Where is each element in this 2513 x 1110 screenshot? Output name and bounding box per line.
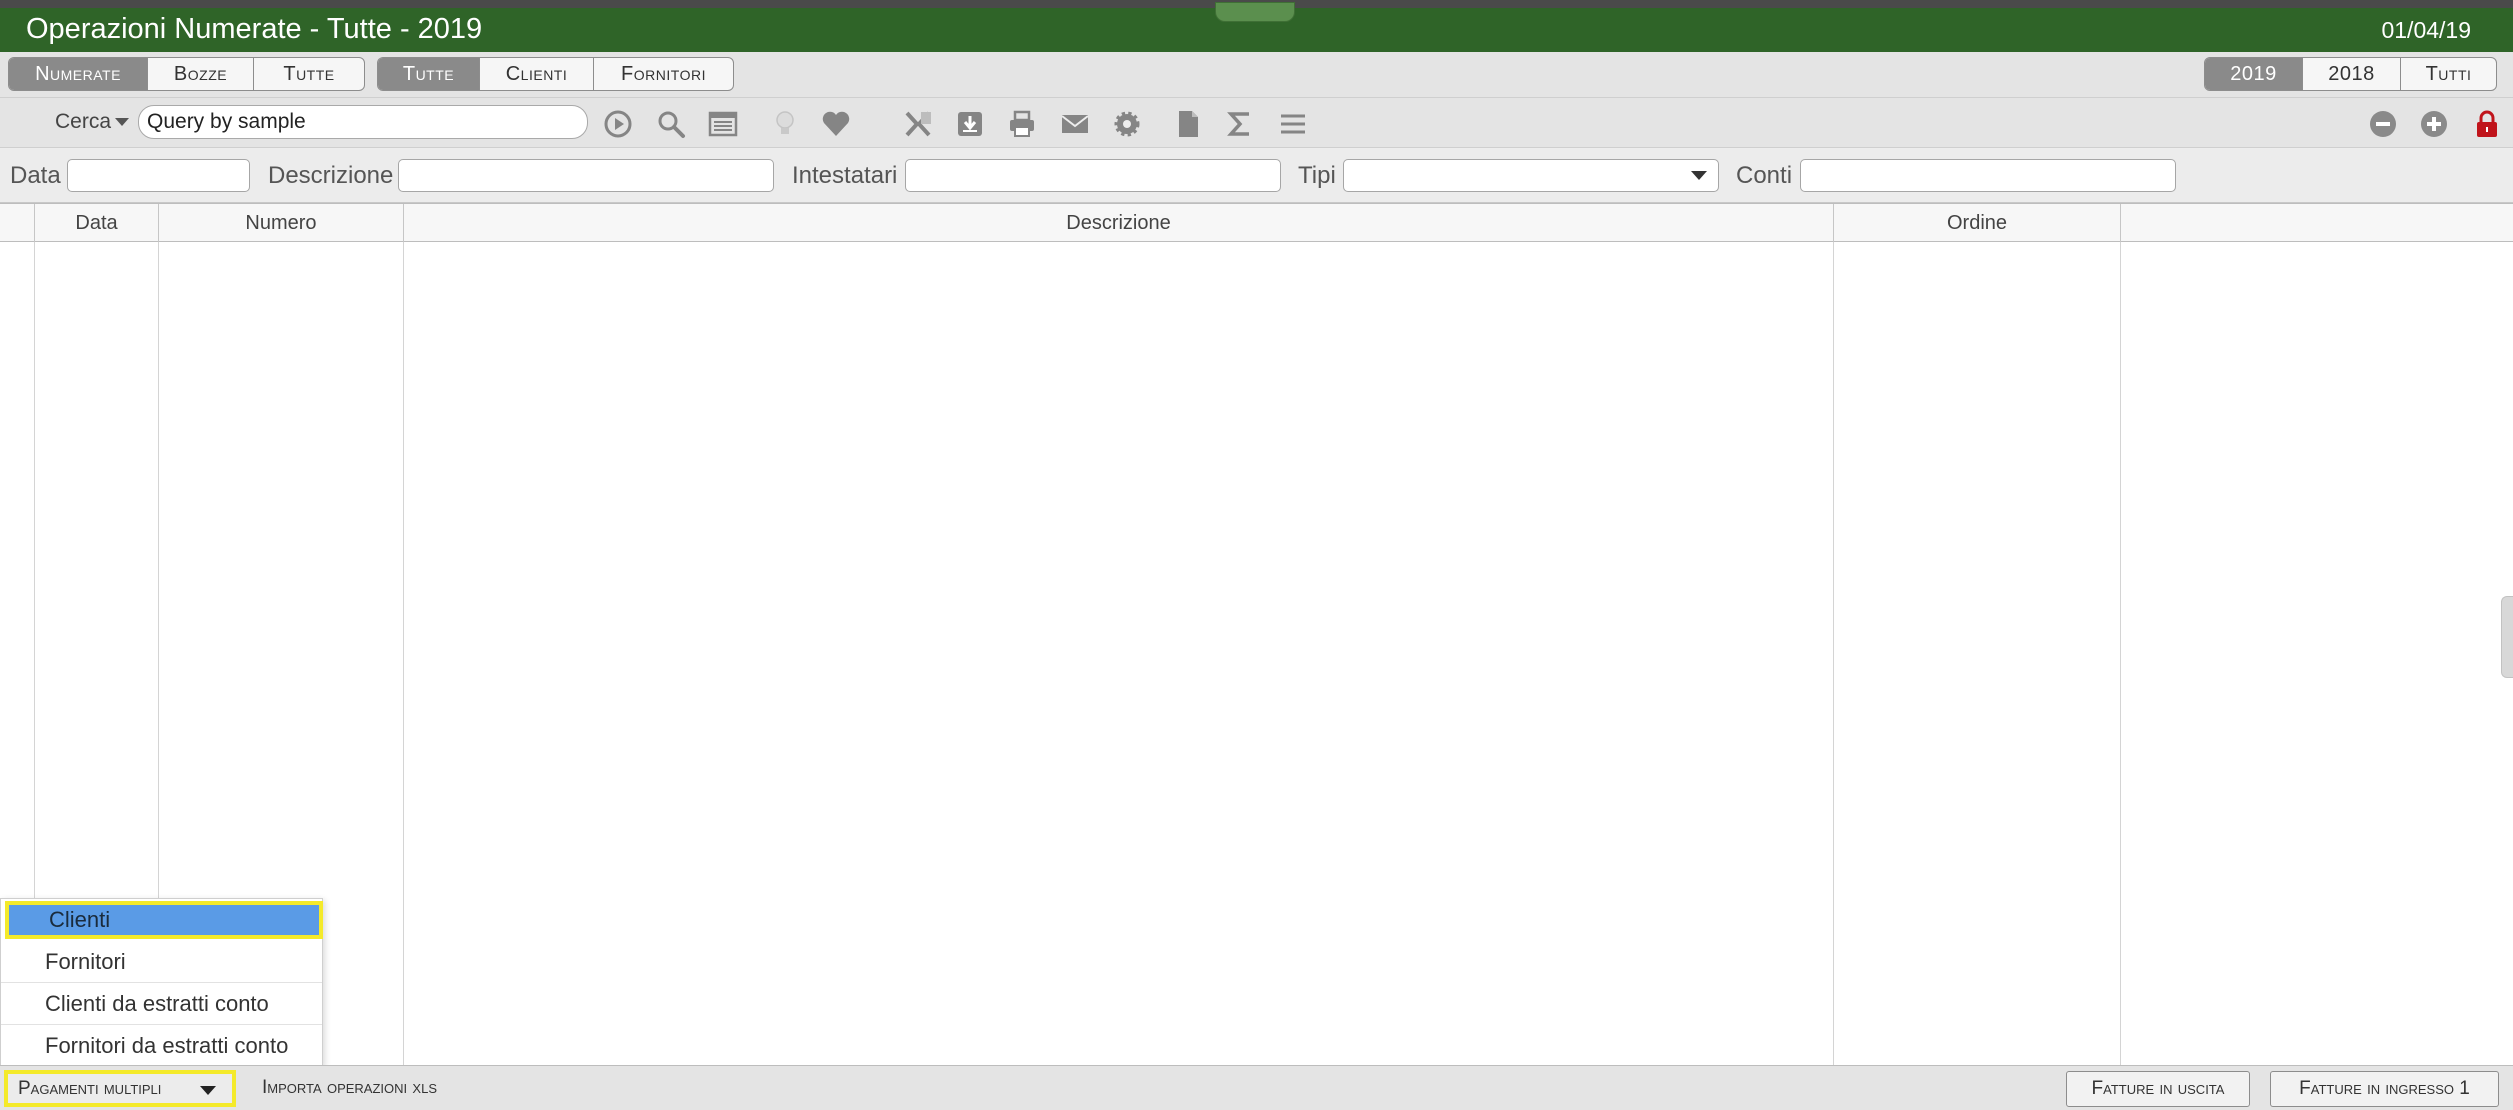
menu-item-clienti-estratti[interactable]: Clienti da estratti conto [1, 983, 322, 1025]
data-field[interactable] [67, 159, 250, 192]
plus-circle-icon[interactable] [2416, 106, 2452, 142]
print-icon[interactable] [1004, 106, 1040, 142]
chevron-down-icon [115, 118, 130, 127]
side-panel-handle[interactable] [2501, 596, 2513, 678]
tab-tutte-status[interactable]: Tutte [254, 58, 364, 90]
tab-year-2018[interactable]: 2018 [2303, 58, 2401, 90]
importa-operazioni-button[interactable]: Importa operazioni xls [262, 1077, 437, 1099]
chevron-down-icon [1680, 160, 1718, 191]
tipi-label: Tipi [1298, 162, 1336, 189]
play-icon[interactable] [600, 106, 636, 142]
pagamenti-multipli-button[interactable]: Pagamenti multipli [4, 1070, 236, 1107]
tab-year-2019[interactable]: 2019 [2205, 58, 2303, 90]
chevron-down-icon [200, 1086, 216, 1095]
lock-icon[interactable] [2469, 106, 2505, 142]
magnifier-icon[interactable] [653, 106, 689, 142]
column-header-descrizione[interactable]: Descrizione [404, 204, 1834, 242]
operations-table: Data Numero Descrizione Ordine [0, 203, 2513, 1065]
menu-item-clienti[interactable]: Clienti [5, 901, 323, 939]
window-drag-handle[interactable] [1215, 2, 1295, 22]
tab-fornitori[interactable]: Fornitori [594, 58, 733, 90]
excel-icon[interactable] [900, 106, 936, 142]
year-segmented-control: 2019 2018 Tutti [2204, 57, 2497, 91]
sigma-icon[interactable] [1222, 106, 1258, 142]
descrizione-label: Descrizione [268, 162, 394, 189]
conti-label: Conti [1736, 162, 1793, 189]
status-segmented-control: Numerate Bozze Tutte [8, 57, 365, 91]
tab-clienti[interactable]: Clienti [480, 58, 594, 90]
toolbar: Cerca [0, 98, 2513, 148]
lightbulb-icon[interactable] [767, 106, 803, 142]
download-icon[interactable] [952, 106, 988, 142]
column-header-numero[interactable]: Numero [159, 204, 404, 242]
party-segmented-control: Tutte Clienti Fornitori [377, 57, 734, 91]
tab-bozze[interactable]: Bozze [148, 58, 254, 90]
pagamenti-multipli-label: Pagamenti multipli [18, 1077, 162, 1099]
descrizione-field[interactable] [398, 159, 774, 192]
search-fields-row: Data Descrizione Intestatari Tipi Conti [0, 149, 2513, 203]
tab-numerate[interactable]: Numerate [9, 58, 148, 90]
bottom-bar: Pagamenti multipli Importa operazioni xl… [0, 1065, 2513, 1110]
filter-bar: Numerate Bozze Tutte Tutte Clienti Forni… [0, 52, 2513, 98]
document-icon[interactable] [1170, 106, 1206, 142]
menu-item-fornitori-estratti[interactable]: Fornitori da estratti conto [1, 1025, 322, 1067]
column-ordine [1834, 242, 2121, 1065]
column-header-extra[interactable] [2121, 204, 2513, 242]
fatture-uscita-button[interactable]: Fatture in uscita [2066, 1071, 2250, 1107]
list-view-icon[interactable] [705, 106, 741, 142]
menu-icon[interactable] [1275, 106, 1311, 142]
data-label: Data [10, 162, 61, 189]
table-header: Data Numero Descrizione Ordine [0, 204, 2513, 242]
search-mode-dropdown[interactable]: Cerca [55, 110, 130, 134]
query-input[interactable] [138, 105, 588, 139]
intestatari-label: Intestatari [792, 162, 898, 189]
search-mode-label: Cerca [55, 110, 112, 133]
column-header-selector[interactable] [0, 204, 35, 242]
pagamenti-dropdown-menu: Clienti Fornitori Clienti da estratti co… [0, 898, 323, 1066]
column-descrizione [404, 242, 1834, 1065]
gear-icon[interactable] [1109, 106, 1145, 142]
conti-field[interactable] [1800, 159, 2176, 192]
tab-year-tutti[interactable]: Tutti [2401, 58, 2496, 90]
window-title: Operazioni Numerate - Tutte - 2019 [26, 13, 483, 45]
heart-icon[interactable] [818, 106, 854, 142]
tipi-select[interactable] [1343, 159, 1719, 192]
minus-circle-icon[interactable] [2365, 106, 2401, 142]
column-header-data[interactable]: Data [35, 204, 159, 242]
mail-icon[interactable] [1057, 106, 1093, 142]
menu-item-fornitori[interactable]: Fornitori [1, 941, 322, 983]
column-header-ordine[interactable]: Ordine [1834, 204, 2121, 242]
tab-tutte-party[interactable]: Tutte [378, 58, 480, 90]
intestatari-field[interactable] [905, 159, 1281, 192]
fatture-ingresso-button[interactable]: Fatture in ingresso 1 [2270, 1071, 2499, 1107]
current-date: 01/04/19 [2381, 17, 2471, 43]
